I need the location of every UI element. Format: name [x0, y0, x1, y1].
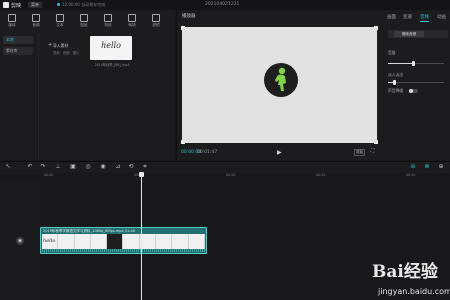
volume-label: 音量	[388, 50, 396, 55]
volume-slider-fill	[388, 63, 414, 64]
clip-frame	[107, 234, 124, 250]
clip-frame	[74, 234, 91, 250]
title-bar: 剪映 菜单 12:00:00 自动保存完成 202104021221	[0, 0, 450, 10]
audio-icon	[32, 14, 40, 22]
redo-icon[interactable]: ↷	[40, 164, 46, 170]
clip-frame	[156, 234, 173, 250]
thumbnail-text: hello	[101, 41, 121, 50]
ruler-tick: 00:00	[44, 173, 54, 177]
autosave-status: 12:00:00 自动保存完成	[62, 2, 106, 7]
tab-effects[interactable]: 特效	[99, 12, 117, 32]
crop-corner-icon	[374, 26, 378, 30]
tab-sticker[interactable]: 贴纸	[75, 12, 93, 32]
project-title: 202104021221	[205, 2, 240, 7]
plus-icon: +	[48, 42, 53, 48]
player-title: 播放器	[182, 14, 196, 19]
walking-figure-icon	[275, 67, 286, 91]
ruler-tick: 00:20	[226, 173, 236, 177]
player-panel: 播放器 00:00:00 00:01:47 ▶ 原始 ⛶	[176, 10, 384, 160]
app-name: 剪映	[11, 3, 22, 9]
tab-filter[interactable]: 滤镜	[147, 12, 165, 32]
ruler-tick: 00:30	[316, 173, 326, 177]
watermark-brand: Bai经验	[372, 262, 438, 282]
clip-frame: hello	[42, 234, 59, 250]
fade-slider[interactable]	[388, 80, 444, 85]
play-button[interactable]: ▶	[277, 149, 282, 156]
clip-frame	[188, 234, 205, 250]
aspect-ratio-button[interactable]: 原始	[354, 149, 366, 156]
baidu-watermark: Bai经验 jingyan.baidu.com	[372, 253, 450, 300]
crop-corner-icon	[181, 140, 185, 144]
denoise-toggle[interactable]	[409, 89, 418, 93]
tab-text[interactable]: 文本	[51, 12, 69, 32]
tab-media[interactable]: 媒体	[3, 12, 21, 32]
nav-item-library[interactable]: 素材库	[3, 47, 33, 55]
properties-panel: 画面 变速 音频 动画 基础音频 音量 淡入淡出 声音降噪	[383, 10, 450, 160]
tab-speed[interactable]: 变速	[403, 14, 412, 20]
clip-frame	[58, 234, 75, 250]
delete-icon[interactable]: ▣	[70, 164, 76, 170]
basic-audio-option[interactable]: 基础音频	[394, 31, 424, 37]
figure-badge	[264, 63, 298, 97]
fade-slider-knob[interactable]	[392, 80, 396, 85]
split-icon[interactable]: ⊥	[55, 164, 61, 170]
fade-label: 淡入淡出	[388, 72, 404, 77]
audio-segment-control: 基础音频	[388, 30, 448, 38]
clip-frame	[139, 234, 157, 250]
menu-button[interactable]: 菜单	[28, 2, 42, 8]
tab-picture[interactable]: 画面	[387, 14, 396, 20]
ruler-tick: 00:40	[406, 173, 416, 177]
freeze-icon[interactable]: ◎	[85, 164, 91, 170]
preview-canvas[interactable]	[181, 26, 378, 144]
sticker-icon	[80, 14, 88, 22]
undo-icon[interactable]: ↶	[27, 164, 33, 170]
text-icon	[56, 14, 64, 22]
asset-toolbar: 媒体 音频 文本 贴纸 特效 转场 滤镜	[0, 10, 175, 34]
media-file-name: 2019年秋季_[66]_mp4	[94, 63, 130, 67]
snap-icon[interactable]: ⊖	[410, 164, 416, 170]
media-panel: + 导入素材 视频、音频、图片 hello 2019年秋季_[66]_mp4	[39, 34, 175, 160]
transition-icon	[128, 14, 136, 22]
clip-frames: hello	[42, 234, 205, 250]
playhead-line[interactable]	[141, 173, 142, 300]
tab-animation[interactable]: 动画	[437, 14, 446, 20]
media-icon	[8, 14, 16, 22]
reverse-icon[interactable]: ◉	[100, 164, 106, 170]
clip-frame	[172, 234, 189, 250]
media-thumbnail[interactable]: hello	[90, 36, 132, 60]
denoise-label: 声音降噪	[388, 88, 404, 93]
link-icon[interactable]: ⊗	[424, 164, 430, 170]
fullscreen-icon[interactable]: ⛶	[371, 148, 375, 154]
zoom-icon[interactable]: ⊕	[438, 164, 444, 170]
track-lock-icon[interactable]: ◉	[16, 237, 24, 245]
total-timecode: 00:01:47	[197, 150, 218, 155]
media-source-nav: 本地 素材库	[0, 34, 39, 160]
filter-icon	[152, 14, 160, 22]
clip-frame	[123, 234, 140, 250]
tab-audio[interactable]: 音频	[27, 12, 45, 32]
crop-corner-icon	[181, 26, 185, 30]
audio-waveform	[42, 249, 205, 252]
autosave-status-icon	[57, 3, 60, 6]
select-cursor-icon[interactable]: ↖	[5, 164, 11, 170]
volume-slider[interactable]	[388, 61, 444, 66]
timeline-ruler[interactable]: 00:00 00:10 00:20 00:30 00:40	[40, 173, 450, 181]
app-logo-icon	[3, 2, 9, 8]
import-button[interactable]: + 导入素材 视频、音频、图片	[48, 42, 80, 62]
nav-item-local[interactable]: 本地	[3, 36, 33, 44]
crop-icon[interactable]: ⌗	[142, 164, 148, 170]
mirror-icon[interactable]: ⊿	[115, 164, 121, 170]
tab-transition[interactable]: 转场	[123, 12, 141, 32]
clip-frame	[90, 234, 108, 250]
crop-corner-icon	[374, 140, 378, 144]
effects-icon	[104, 14, 112, 22]
watermark-url: jingyan.baidu.com	[378, 287, 450, 296]
rotate-icon[interactable]: ⟲	[128, 164, 134, 170]
tab-audio-props[interactable]: 音频	[420, 14, 429, 22]
volume-slider-knob[interactable]	[412, 61, 416, 66]
video-clip[interactable]: 2019年秋季学期语文学习资料_1080p_60fps.mp4 01:46 he…	[40, 227, 207, 254]
